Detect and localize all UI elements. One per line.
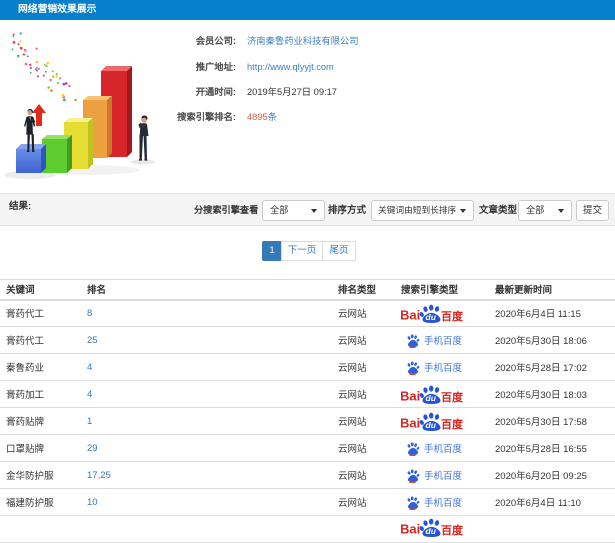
svg-text:百度: 百度 — [441, 390, 464, 404]
svg-text:百度: 百度 — [441, 523, 464, 537]
svg-text:Bai: Bai — [401, 415, 420, 430]
svg-text:du: du — [426, 420, 437, 430]
svg-text:百度: 百度 — [441, 417, 464, 431]
svg-text:Bai: Bai — [401, 307, 420, 322]
svg-text:百度: 百度 — [441, 309, 464, 323]
svg-text:du: du — [426, 393, 437, 403]
svg-text:du: du — [426, 312, 437, 322]
svg-text:du: du — [426, 526, 437, 536]
svg-text:Bai: Bai — [401, 388, 420, 403]
svg-text:Bai: Bai — [401, 522, 420, 537]
